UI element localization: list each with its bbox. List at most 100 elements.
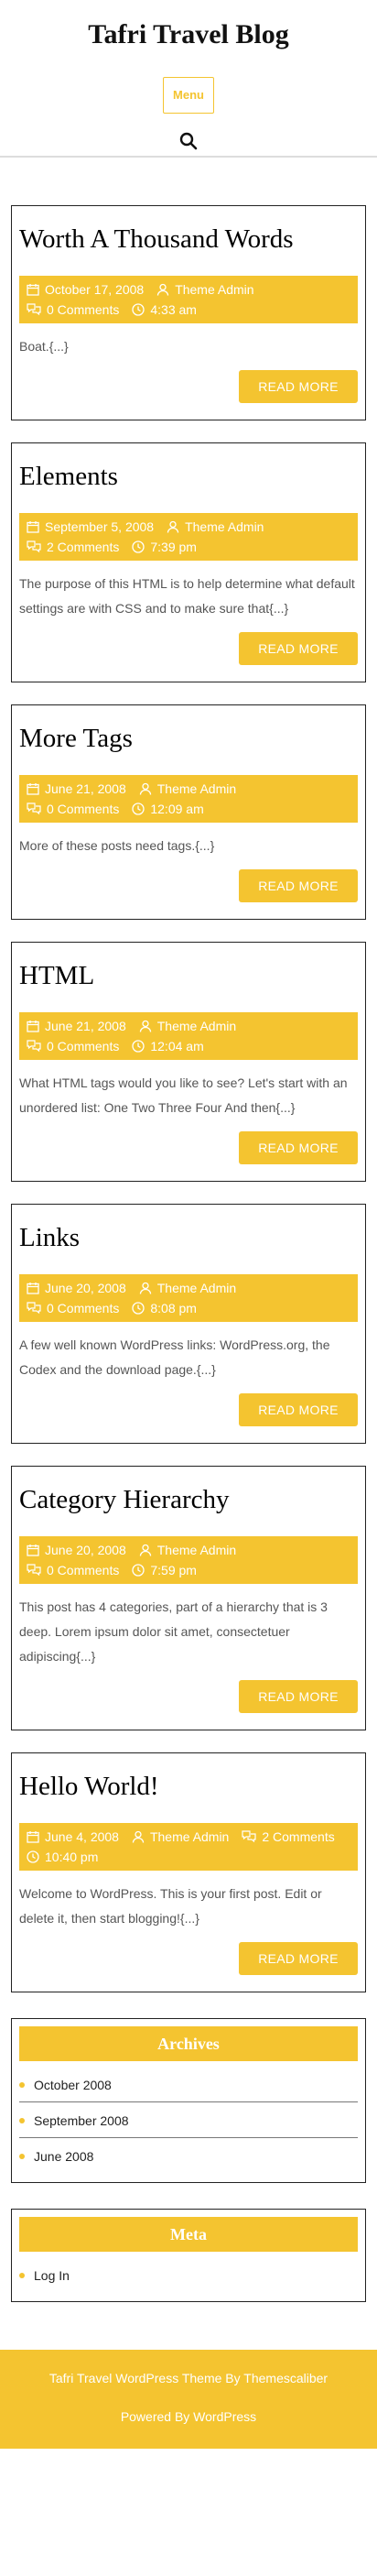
meta-list: Log In bbox=[19, 2257, 358, 2292]
post-time-text: 7:59 pm bbox=[150, 1563, 197, 1577]
post-comments[interactable]: 0 Comments bbox=[27, 302, 119, 317]
list-item[interactable]: October 2008 bbox=[19, 2067, 358, 2102]
read-more-button[interactable]: READ MORE bbox=[239, 1131, 358, 1164]
post-meta: June 21, 2008 Theme Admin 0 Comments 12:09 … bbox=[19, 775, 358, 823]
bullet-icon bbox=[19, 2118, 25, 2123]
post-author[interactable]: Theme Admin bbox=[139, 1281, 236, 1295]
post-time: 12:09 am bbox=[132, 802, 204, 816]
clock-icon bbox=[132, 802, 150, 816]
archives-list: October 2008 September 2008 June 2008 bbox=[19, 2067, 358, 2173]
menu-button[interactable]: Menu bbox=[163, 77, 214, 114]
read-more-button[interactable]: READ MORE bbox=[239, 1942, 358, 1975]
post-meta: October 17, 2008 Theme Admin 0 Comments 4:3… bbox=[19, 276, 358, 323]
footer-credit[interactable]: Tafri Travel WordPress Theme By Themesca… bbox=[0, 2368, 377, 2388]
post-time-text: 10:40 pm bbox=[45, 1850, 99, 1864]
clock-icon bbox=[132, 540, 150, 554]
post-excerpt: What HTML tags would you like to see? Le… bbox=[19, 1075, 348, 1115]
post-date[interactable]: June 20, 2008 bbox=[27, 1281, 126, 1295]
user-icon bbox=[167, 519, 185, 534]
clock-icon bbox=[132, 1563, 150, 1577]
post-date-text: June 21, 2008 bbox=[45, 781, 126, 796]
bullet-icon bbox=[19, 2273, 25, 2278]
calendar-icon bbox=[27, 519, 45, 534]
post-author[interactable]: Theme Admin bbox=[139, 1543, 236, 1557]
post-list: Worth A Thousand Words October 17, 2008 Th… bbox=[0, 205, 377, 1992]
post-title[interactable]: HTML bbox=[19, 959, 358, 992]
read-more-button[interactable]: READ MORE bbox=[239, 1680, 358, 1713]
post-excerpt: The purpose of this HTML is to help dete… bbox=[19, 576, 355, 616]
post-time: 12:04 am bbox=[132, 1039, 204, 1053]
read-more-button[interactable]: READ MORE bbox=[239, 1393, 358, 1426]
post-author[interactable]: Theme Admin bbox=[156, 282, 254, 297]
post-comments[interactable]: 2 Comments bbox=[242, 1829, 335, 1844]
post-comments[interactable]: 0 Comments bbox=[27, 1301, 119, 1315]
post-date[interactable]: October 17, 2008 bbox=[27, 282, 144, 297]
post-comments[interactable]: 2 Comments bbox=[27, 540, 119, 554]
read-more-button[interactable]: READ MORE bbox=[239, 632, 358, 665]
list-item[interactable]: September 2008 bbox=[19, 2102, 358, 2138]
post-time: 8:08 pm bbox=[132, 1301, 197, 1315]
post-date-text: June 20, 2008 bbox=[45, 1281, 126, 1295]
post-meta: June 20, 2008 Theme Admin 0 Comments 7:59 p… bbox=[19, 1536, 358, 1584]
list-item-label: September 2008 bbox=[34, 2113, 129, 2128]
search-icon[interactable] bbox=[179, 132, 198, 150]
footer-powered[interactable]: Powered By WordPress bbox=[0, 2407, 377, 2427]
site-footer: Tafri Travel WordPress Theme By Themesca… bbox=[0, 2350, 377, 2449]
post-comments[interactable]: 0 Comments bbox=[27, 1039, 119, 1053]
post-author-text: Theme Admin bbox=[156, 1019, 237, 1033]
list-item[interactable]: June 2008 bbox=[19, 2138, 358, 2173]
post-comments[interactable]: 0 Comments bbox=[27, 802, 119, 816]
post-title[interactable]: Hello World! bbox=[19, 1770, 358, 1803]
post-date[interactable]: September 5, 2008 bbox=[27, 519, 154, 534]
post-author[interactable]: Theme Admin bbox=[139, 781, 236, 796]
post-title[interactable]: Elements bbox=[19, 460, 358, 493]
bullet-icon bbox=[19, 2082, 25, 2088]
clock-icon bbox=[27, 1850, 45, 1864]
user-icon bbox=[139, 1019, 157, 1033]
post-time: 7:39 pm bbox=[132, 540, 197, 554]
post-comments-text: 0 Comments bbox=[47, 302, 120, 317]
clock-icon bbox=[132, 302, 150, 317]
post-comments-text: 0 Comments bbox=[47, 802, 120, 816]
post-time-text: 7:39 pm bbox=[150, 540, 197, 554]
clock-icon bbox=[132, 1301, 150, 1315]
post-date[interactable]: June 21, 2008 bbox=[27, 1019, 126, 1033]
post-author-text: Theme Admin bbox=[156, 1281, 237, 1295]
post-comments-text: 0 Comments bbox=[47, 1301, 120, 1315]
post-date[interactable]: June 20, 2008 bbox=[27, 1543, 126, 1557]
post-date-text: September 5, 2008 bbox=[45, 519, 155, 534]
post-author-text: Theme Admin bbox=[149, 1829, 230, 1844]
post-title[interactable]: Links bbox=[19, 1221, 358, 1254]
post-date-text: June 20, 2008 bbox=[45, 1543, 126, 1557]
site-title[interactable]: Tafri Travel Blog bbox=[0, 16, 377, 53]
post-time: 4:33 am bbox=[132, 302, 197, 317]
post-author-text: Theme Admin bbox=[156, 781, 237, 796]
archives-widget: Archives October 2008 September 2008 June … bbox=[11, 2018, 366, 2183]
post-comments[interactable]: 0 Comments bbox=[27, 1563, 119, 1577]
user-icon bbox=[156, 282, 175, 297]
post-author[interactable]: Theme Admin bbox=[167, 519, 264, 534]
post-card: HTML June 21, 2008 Theme Admin 0 Comments 12… bbox=[11, 942, 366, 1182]
post-excerpt: This post has 4 categories, part of a hi… bbox=[19, 1599, 328, 1664]
post-excerpt: Welcome to WordPress. This is your first… bbox=[19, 1886, 322, 1926]
post-card: Category Hierarchy June 20, 2008 Theme Adm… bbox=[11, 1466, 366, 1730]
post-title[interactable]: Worth A Thousand Words bbox=[19, 223, 358, 256]
post-title[interactable]: More Tags bbox=[19, 722, 358, 755]
post-author[interactable]: Theme Admin bbox=[139, 1019, 236, 1033]
list-item-label: October 2008 bbox=[34, 2078, 112, 2092]
list-item-label: June 2008 bbox=[34, 2149, 94, 2164]
post-date[interactable]: June 21, 2008 bbox=[27, 781, 126, 796]
post-card: Links June 20, 2008 Theme Admin 0 Comments 8… bbox=[11, 1204, 366, 1444]
post-author[interactable]: Theme Admin bbox=[132, 1829, 229, 1844]
widget-title: Meta bbox=[19, 2217, 358, 2252]
read-more-button[interactable]: READ MORE bbox=[239, 869, 358, 902]
post-title[interactable]: Category Hierarchy bbox=[19, 1483, 358, 1516]
list-item[interactable]: Log In bbox=[19, 2257, 358, 2292]
user-icon bbox=[139, 1543, 157, 1557]
read-more-button[interactable]: READ MORE bbox=[239, 370, 358, 403]
post-time-text: 8:08 pm bbox=[150, 1301, 197, 1315]
post-comments-text: 2 Comments bbox=[47, 540, 120, 554]
user-icon bbox=[139, 781, 157, 796]
post-date[interactable]: June 4, 2008 bbox=[27, 1829, 119, 1844]
calendar-icon bbox=[27, 1543, 45, 1557]
